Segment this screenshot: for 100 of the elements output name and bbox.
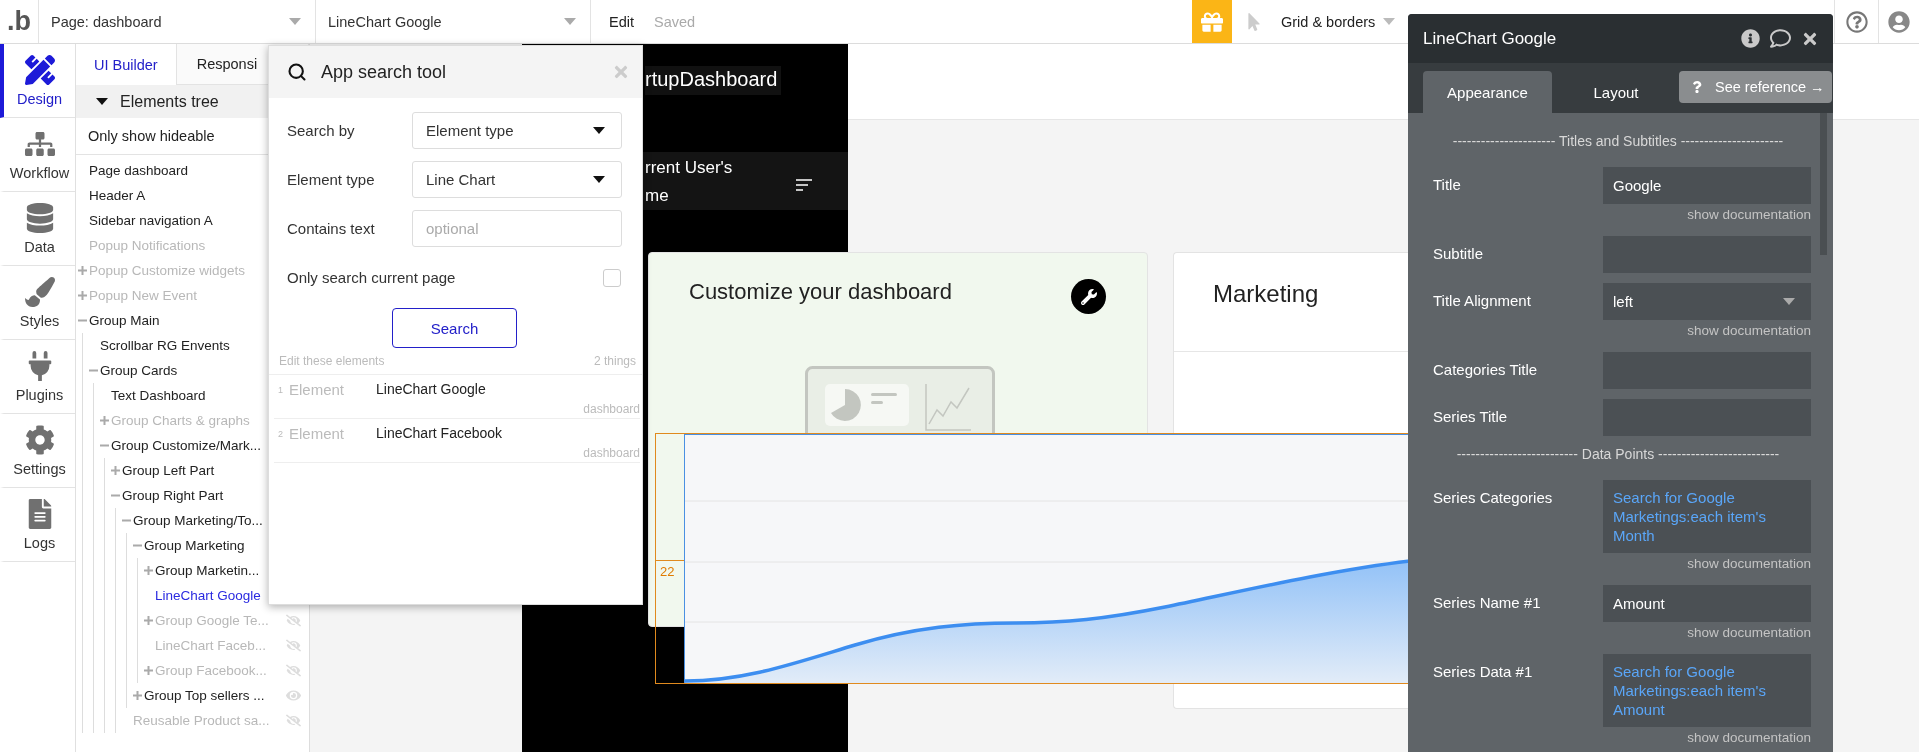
- documentation-link[interactable]: show documentation: [1687, 553, 1811, 575]
- search-button[interactable]: Search: [392, 308, 517, 348]
- result-name: LineChart Google: [376, 381, 486, 397]
- gift-button[interactable]: [1192, 0, 1232, 43]
- field-label: Series Data #1: [1433, 662, 1534, 682]
- eye-slash-icon[interactable]: [286, 638, 301, 653]
- result-name: LineChart Facebook: [376, 425, 503, 441]
- sidebar-tab[interactable]: Styles: [0, 266, 75, 340]
- field-label: Series Title: [1433, 407, 1509, 427]
- plus-icon[interactable]: [78, 291, 87, 300]
- row-number: 1: [277, 384, 284, 397]
- gift-icon: [1201, 10, 1223, 33]
- plus-icon[interactable]: [144, 666, 153, 675]
- tree-item[interactable]: Group Right Part: [111, 483, 309, 508]
- result-type: Element: [289, 381, 346, 400]
- field-label: Title Alignment: [1433, 291, 1532, 311]
- sidebar-tab[interactable]: Settings: [0, 414, 75, 488]
- section-divider: ---------------------- Titles and Subtitles ----------------------: [1451, 133, 1785, 151]
- caret-icon: [289, 18, 301, 25]
- plus-icon[interactable]: [111, 466, 120, 475]
- caret-icon: [96, 98, 108, 105]
- save-status: Saved: [654, 13, 696, 30]
- scrollbar[interactable]: [1820, 113, 1827, 255]
- caret-icon: [564, 18, 576, 25]
- plus-icon[interactable]: [78, 266, 87, 275]
- eye-slash-icon[interactable]: [286, 663, 301, 678]
- search-icon: [287, 62, 307, 82]
- eye-icon[interactable]: [286, 688, 301, 703]
- result-page: dashboard: [583, 446, 640, 460]
- logo[interactable]: .b: [0, 0, 38, 43]
- user-name: rrent User's: [645, 158, 733, 178]
- question-icon: [1691, 81, 1703, 93]
- field-label: Contains text: [287, 220, 375, 237]
- sidebar-tab[interactable]: Data: [0, 192, 75, 266]
- card-title: Customize your dashboard: [689, 279, 952, 305]
- help-icon[interactable]: [1845, 10, 1868, 33]
- caret-icon: [593, 176, 605, 183]
- text-field[interactable]: Google: [1603, 167, 1811, 204]
- checkbox[interactable]: [603, 268, 621, 287]
- result-row[interactable]: 1 Element LineChart Google dashboard: [274, 375, 640, 419]
- tab[interactable]: Appearance: [1423, 71, 1552, 113]
- page-dropdown[interactable]: Page: dashboard: [38, 0, 315, 43]
- caret-icon: [593, 127, 605, 134]
- field-label: Categories Title: [1433, 360, 1539, 380]
- wrench-icon: [1080, 288, 1097, 305]
- field-label: Only search current page: [287, 269, 456, 286]
- pencil-ruler-icon: [24, 54, 55, 85]
- eye-slash-icon[interactable]: [286, 613, 301, 628]
- tab[interactable]: Layout: [1552, 71, 1680, 113]
- row-number: 2: [277, 428, 284, 441]
- value-label: 22: [660, 564, 675, 579]
- plus-icon[interactable]: [144, 616, 153, 625]
- brush-icon: [24, 276, 55, 307]
- grid-menu[interactable]: Grid & borders: [1275, 0, 1405, 43]
- sort-icon[interactable]: [796, 179, 812, 191]
- result-row[interactable]: 2 Element LineChart Facebook dashboard: [274, 419, 640, 463]
- caret-icon: [1783, 298, 1795, 305]
- comment-icon[interactable]: [1770, 28, 1791, 49]
- info-icon[interactable]: [1741, 29, 1760, 48]
- tree-item[interactable]: Group Marketin...: [144, 558, 309, 583]
- documentation-link[interactable]: show documentation: [1687, 204, 1811, 226]
- tree-item[interactable]: Group Marketing: [133, 533, 309, 558]
- dropdown[interactable]: left: [1603, 283, 1811, 320]
- sidebar-tab[interactable]: Workflow: [0, 118, 75, 192]
- documentation-link[interactable]: show documentation: [1687, 622, 1811, 644]
- dropdown[interactable]: Line Chart: [412, 161, 622, 198]
- section-divider: -------------------------- Data Points --------------------------: [1455, 446, 1781, 464]
- plus-icon[interactable]: [133, 691, 142, 700]
- customize-button[interactable]: [1071, 279, 1106, 314]
- element-dropdown[interactable]: LineChart Google: [315, 0, 590, 43]
- database-icon: [24, 202, 55, 233]
- panel-title: LineChart Google: [1423, 28, 1558, 49]
- plus-icon[interactable]: [144, 566, 153, 575]
- text-field[interactable]: Amount: [1603, 585, 1811, 622]
- field-label: Element type: [287, 171, 375, 188]
- avatar-icon[interactable]: [1888, 10, 1910, 33]
- field-label: Subtitle: [1433, 244, 1485, 264]
- documentation-link[interactable]: show documentation: [1687, 320, 1811, 342]
- documentation-link[interactable]: show documentation: [1687, 727, 1811, 749]
- eye-slash-icon[interactable]: [286, 713, 301, 728]
- user-name: me: [645, 186, 669, 206]
- field-label: Series Name #1: [1433, 593, 1542, 613]
- plus-icon[interactable]: [100, 416, 109, 425]
- brand-title: rtupDashboard: [645, 66, 782, 95]
- result-type: Element: [289, 425, 346, 444]
- edit-button[interactable]: Edit: [609, 13, 634, 30]
- sidebar-tab[interactable]: Plugins: [0, 340, 75, 414]
- tree-item[interactable]: Group Main: [78, 308, 309, 333]
- results-count: 2 things: [593, 354, 636, 368]
- card-title: Marketing: [1213, 280, 1319, 308]
- dropdown[interactable]: Element type: [412, 112, 622, 149]
- sidebar-tab[interactable]: Logs: [0, 488, 75, 562]
- tree-item[interactable]: Group Top sellers ...: [133, 683, 309, 708]
- caret-icon: [1383, 18, 1396, 25]
- settings-icon: [24, 424, 55, 455]
- field-label: Series Categories: [1433, 488, 1554, 508]
- text-field[interactable]: optional: [412, 210, 622, 247]
- results-caption: Edit these elements: [279, 354, 385, 368]
- tree-item[interactable]: Group Marketing/To...: [122, 508, 309, 533]
- field-label: Title: [1433, 175, 1462, 195]
